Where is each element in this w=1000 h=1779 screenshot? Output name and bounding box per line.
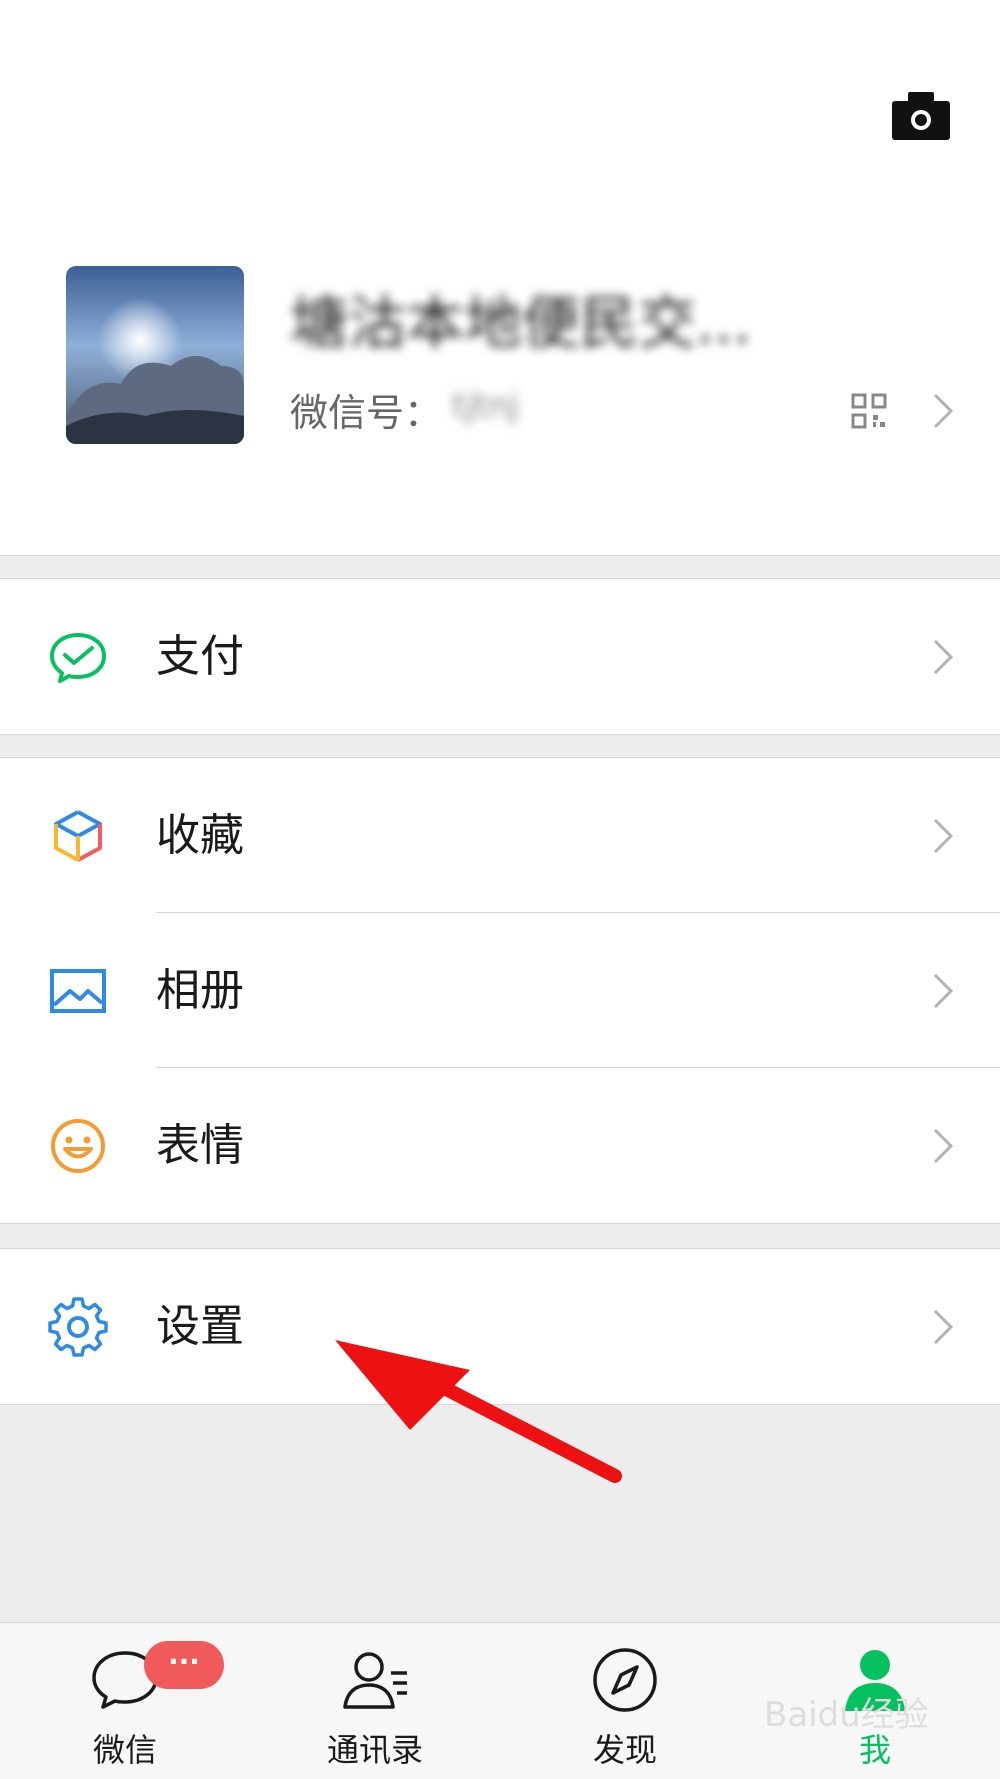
menu-item-album[interactable]: 相册 — [0, 913, 1000, 1068]
profile-header: 塘沽本地便民交... 微信号： tjtnj — [0, 0, 1000, 556]
tab-chats[interactable]: ··· 微信 — [0, 1623, 250, 1779]
chevron-right-icon — [933, 1128, 954, 1164]
picture-icon — [50, 969, 106, 1013]
annotation-arrow — [335, 1340, 622, 1483]
tab-label: 微信 — [92, 1731, 157, 1769]
contacts-icon — [343, 1652, 407, 1709]
chevron-right-icon — [933, 393, 954, 429]
menu-item-label: 支付 — [156, 631, 244, 682]
menu-item-pay[interactable]: 支付 — [0, 579, 1000, 734]
menu-item-stickers[interactable]: 表情 — [0, 1068, 1000, 1223]
menu-item-label: 相册 — [156, 965, 244, 1016]
qr-code-icon[interactable] — [851, 393, 887, 429]
nickname[interactable]: 塘沽本地便民交... — [290, 276, 751, 360]
wechat-id-value: tjtnj — [452, 386, 520, 426]
chevron-right-icon — [933, 1309, 954, 1345]
tab-label: 通讯录 — [326, 1731, 423, 1769]
menu-item-label: 收藏 — [156, 810, 244, 861]
chevron-right-icon — [933, 818, 954, 854]
camera-icon[interactable] — [892, 92, 950, 140]
cube-icon — [54, 810, 102, 862]
wechat-pay-icon — [50, 633, 106, 683]
avatar[interactable] — [66, 266, 244, 444]
features-section: 收藏 相册 表情 — [0, 757, 1000, 1224]
tab-bar: ··· 微信 通讯录 发现 我 Baidu经验 — [0, 1622, 1000, 1779]
tab-label: 发现 — [592, 1731, 657, 1769]
gear-icon — [48, 1297, 108, 1357]
wechat-id-label: 微信号： — [290, 391, 443, 435]
smiley-icon — [51, 1119, 105, 1173]
watermark: Baidu经验 — [764, 1695, 929, 1735]
compass-icon — [593, 1648, 657, 1712]
menu-item-label: 设置 — [156, 1301, 244, 1352]
chevron-right-icon — [933, 639, 954, 675]
unread-badge: ··· — [144, 1641, 224, 1689]
tab-contacts[interactable]: 通讯录 — [250, 1623, 500, 1779]
chevron-right-icon — [933, 973, 954, 1009]
menu-item-label: 表情 — [156, 1120, 244, 1171]
pay-section: 支付 — [0, 578, 1000, 735]
menu-item-favorites[interactable]: 收藏 — [0, 758, 1000, 913]
tab-discover[interactable]: 发现 — [500, 1623, 750, 1779]
